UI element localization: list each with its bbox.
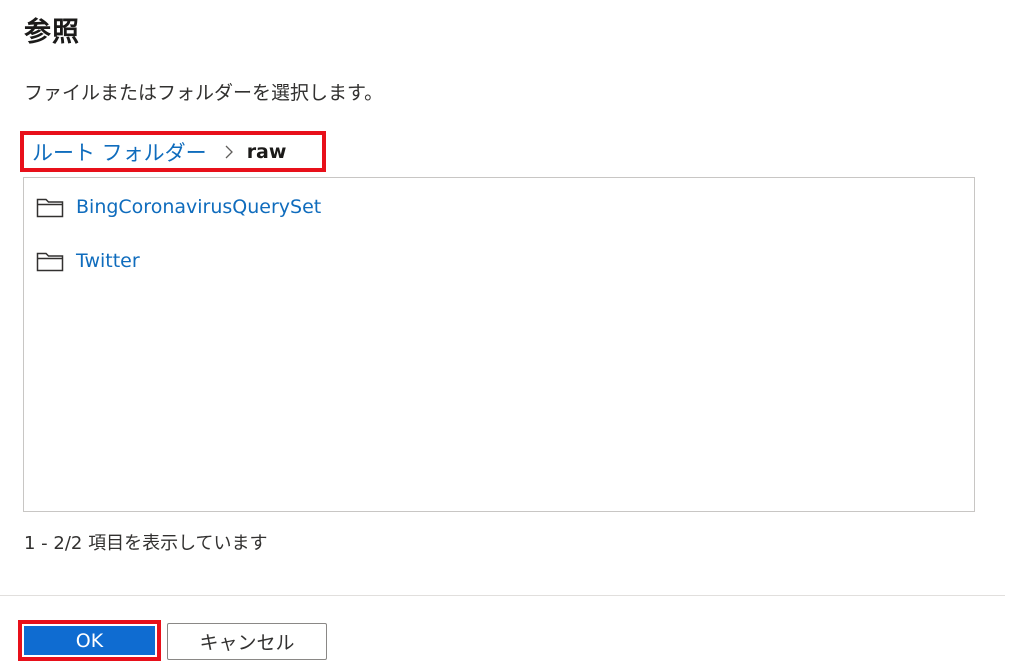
folder-icon (36, 252, 64, 272)
browse-dialog: 参照 ファイルまたはフォルダーを選択します。 ルート フォルダー raw Bin… (0, 0, 1020, 672)
folder-icon (36, 198, 64, 218)
breadcrumb: ルート フォルダー raw (20, 131, 326, 172)
ok-button-highlight: OK (18, 620, 161, 661)
list-item-label[interactable]: BingCoronavirusQuerySet (76, 196, 321, 218)
dialog-title: 参照 (24, 17, 80, 48)
cancel-button[interactable]: キャンセル (167, 623, 327, 660)
breadcrumb-current: raw (246, 140, 287, 163)
folder-list: BingCoronavirusQuerySet Twitter (23, 177, 975, 512)
list-item-label[interactable]: Twitter (76, 250, 140, 272)
item-count-status: 1 - 2/2 項目を表示しています (24, 533, 268, 554)
list-item-twitter[interactable]: Twitter (36, 246, 140, 276)
list-item-bingcoronavirusqueryset[interactable]: BingCoronavirusQuerySet (36, 192, 321, 222)
chevron-right-icon (225, 145, 233, 158)
dialog-subtitle: ファイルまたはフォルダーを選択します。 (24, 82, 384, 104)
ok-button[interactable]: OK (24, 626, 155, 655)
breadcrumb-root-link[interactable]: ルート フォルダー (32, 137, 207, 167)
footer-divider (0, 595, 1005, 596)
